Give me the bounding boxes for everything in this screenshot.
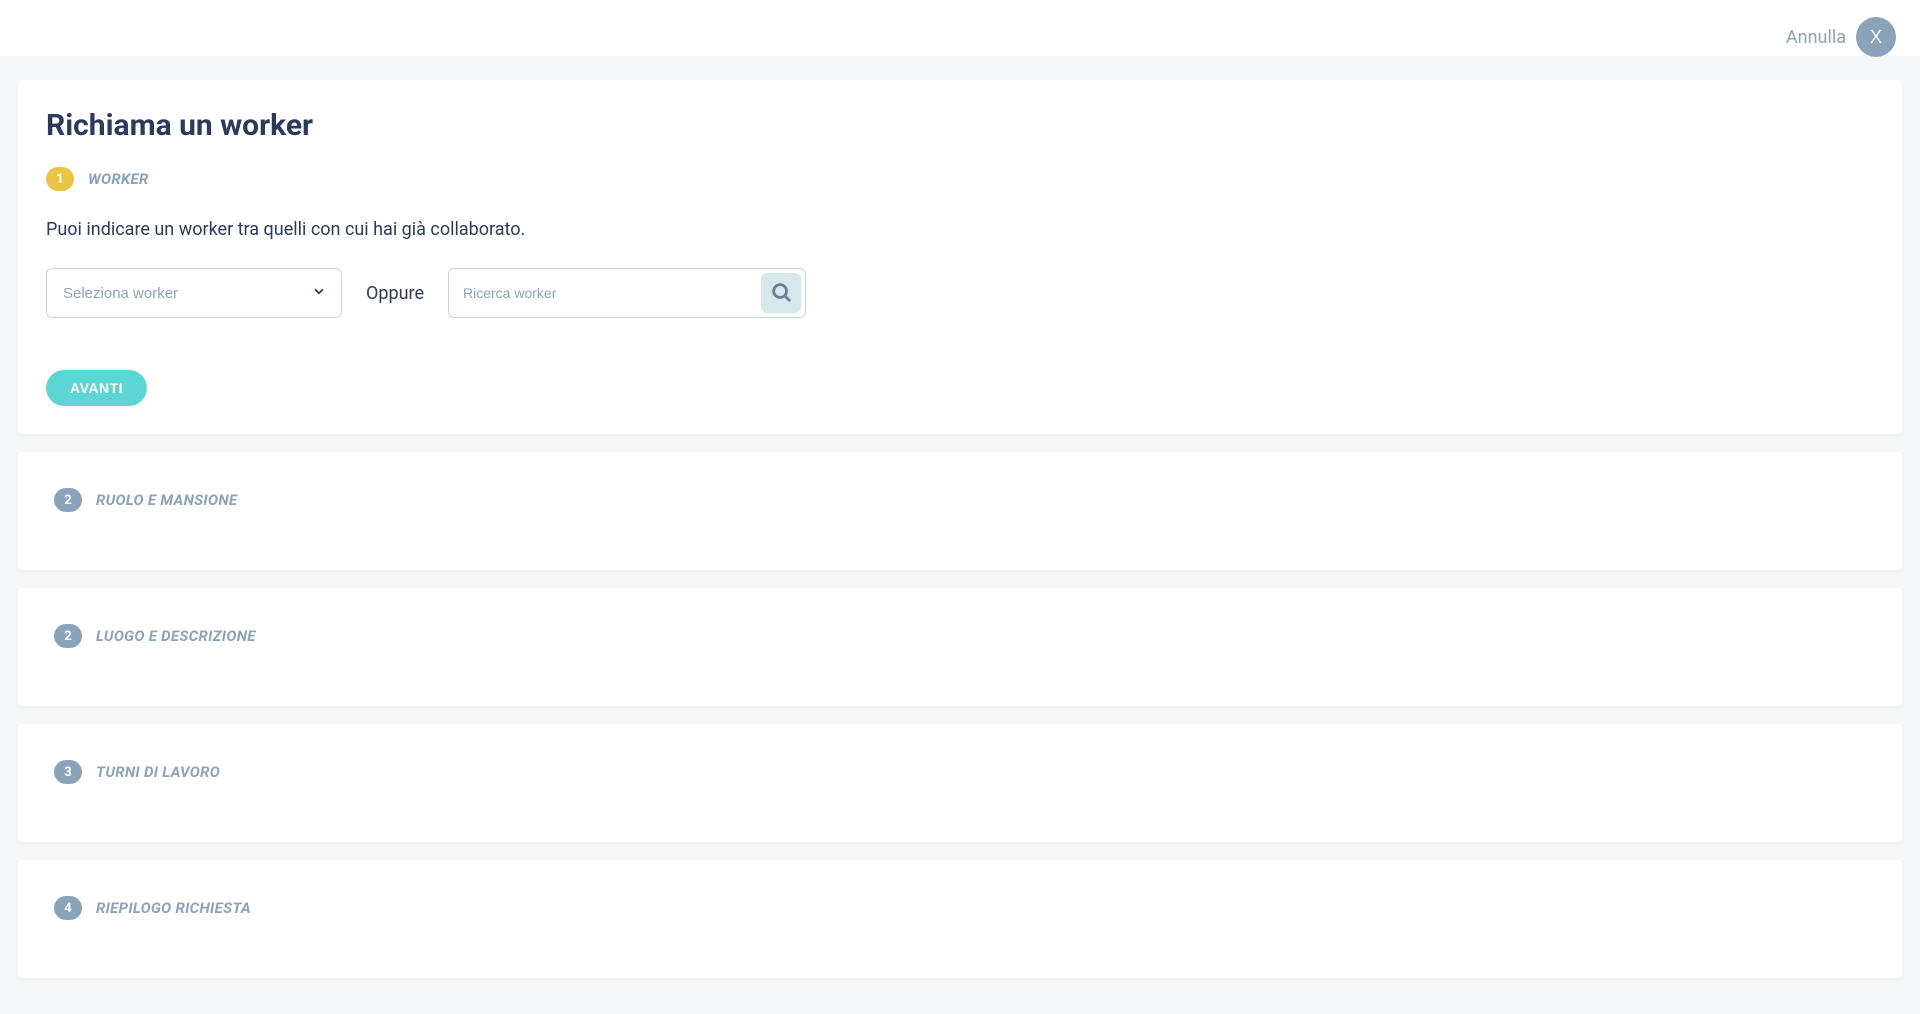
step-card-summary: 4 RIEPILOGO RICHIESTA xyxy=(18,860,1902,978)
search-worker-input[interactable] xyxy=(463,285,761,301)
step-badge-5: 4 xyxy=(54,896,82,920)
step-label-5: RIEPILOGO RICHIESTA xyxy=(96,899,251,917)
step-badge-1: 1 xyxy=(46,167,74,191)
select-worker-dropdown[interactable] xyxy=(46,268,342,318)
step-header-2: 2 RUOLO E MANSIONE xyxy=(54,488,1866,512)
step-description: Puoi indicare un worker tra quelli con c… xyxy=(46,219,1874,240)
step-header-1: 1 WORKER xyxy=(46,167,1874,191)
cancel-link[interactable]: Annulla xyxy=(1786,27,1846,48)
or-separator: Oppure xyxy=(366,283,424,304)
step-header-5: 4 RIEPILOGO RICHIESTA xyxy=(54,896,1866,920)
step-label-3: LUOGO E DESCRIZIONE xyxy=(96,627,256,645)
step-badge-2: 2 xyxy=(54,488,82,512)
step-header-4: 3 TURNI DI LAVORO xyxy=(54,760,1866,784)
page-header: Annulla X xyxy=(0,0,1920,56)
page-title: Richiama un worker xyxy=(46,108,1874,143)
step-card-location: 2 LUOGO E DESCRIZIONE xyxy=(18,588,1902,706)
search-button[interactable] xyxy=(761,273,801,313)
close-icon-label: X xyxy=(1870,27,1882,48)
search-icon xyxy=(770,281,792,306)
step-card-role: 2 RUOLO E MANSIONE xyxy=(18,452,1902,570)
step-badge-4: 3 xyxy=(54,760,82,784)
step-label-1: WORKER xyxy=(88,170,149,188)
select-worker-wrapper xyxy=(46,268,342,318)
worker-form-row: Oppure xyxy=(46,268,1874,318)
step-card-worker: Richiama un worker 1 WORKER Puoi indicar… xyxy=(18,80,1902,434)
step-card-shifts: 3 TURNI DI LAVORO xyxy=(18,724,1902,842)
main-container: Richiama un worker 1 WORKER Puoi indicar… xyxy=(0,56,1920,1014)
step-badge-3: 2 xyxy=(54,624,82,648)
next-button[interactable]: AVANTI xyxy=(46,370,147,406)
step-label-4: TURNI DI LAVORO xyxy=(96,763,220,781)
search-worker-wrapper xyxy=(448,268,806,318)
step-header-3: 2 LUOGO E DESCRIZIONE xyxy=(54,624,1866,648)
close-button[interactable]: X xyxy=(1856,17,1896,57)
step-label-2: RUOLO E MANSIONE xyxy=(96,491,237,509)
